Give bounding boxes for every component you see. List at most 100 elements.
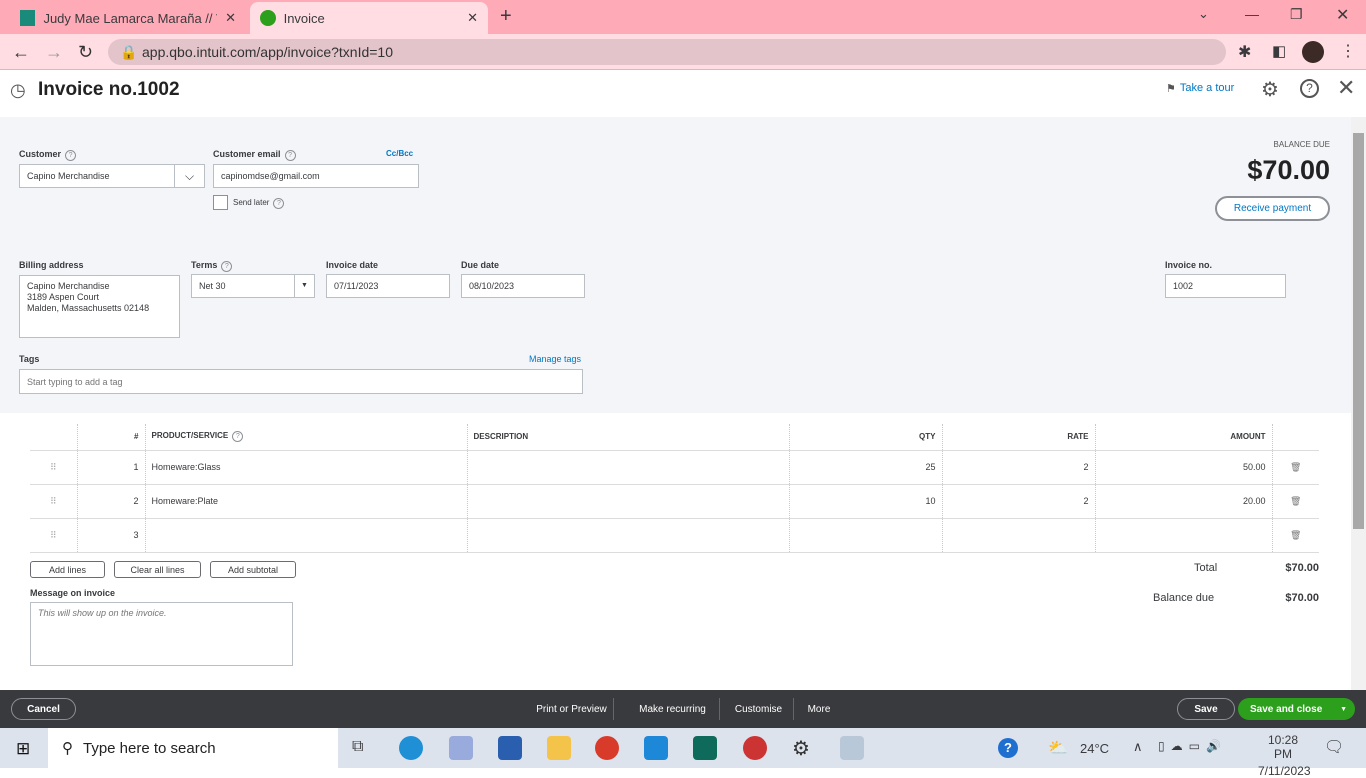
back-icon[interactable]: ← (12, 42, 30, 63)
delete-icon[interactable]: 🗑 (1271, 484, 1319, 519)
description-cell[interactable] (466, 518, 789, 553)
table-row[interactable]: ⠿ 3 🗑 (30, 518, 1319, 553)
help-icon[interactable]: ? (65, 150, 77, 161)
show-hidden-icons-icon[interactable]: ∧ (1133, 739, 1143, 755)
description-cell[interactable] (466, 484, 789, 519)
forward-icon[interactable]: → (45, 42, 63, 63)
amount-cell[interactable]: 20.00 (1094, 484, 1272, 519)
table-row[interactable]: ⠿ 1 Homeware:Glass 25 2 50.00 🗑 (30, 450, 1319, 485)
message-textarea[interactable] (30, 602, 293, 666)
browser-tab-active[interactable]: Invoice ✕ (250, 2, 488, 34)
rate-cell[interactable]: 2 (941, 484, 1095, 519)
new-tab-icon[interactable]: + (500, 5, 512, 28)
qty-cell[interactable]: 10 (788, 484, 942, 519)
tags-input[interactable] (19, 369, 583, 394)
close-tab-icon[interactable]: ✕ (225, 10, 236, 26)
cancel-button[interactable]: Cancel (11, 698, 76, 720)
dropbox-icon[interactable] (449, 736, 473, 760)
weather-icon[interactable]: ⛅ (1048, 738, 1068, 758)
scrollbar-thumb[interactable] (1353, 133, 1364, 529)
help-icon[interactable]: ? (1300, 79, 1319, 98)
customise-button[interactable]: Customise (724, 698, 794, 720)
paint-icon[interactable] (840, 736, 864, 760)
help-icon[interactable]: ? (998, 738, 1018, 758)
make-recurring-button[interactable]: Make recurring (626, 698, 720, 720)
qty-cell[interactable] (788, 518, 942, 553)
side-panel-icon[interactable]: ◧ (1272, 42, 1286, 60)
billing-address-input[interactable]: Capino Merchandise 3189 Aspen Court Mald… (19, 275, 180, 338)
restore-icon[interactable]: ❐ (1290, 6, 1303, 23)
invoice-no-input[interactable]: 1002 (1165, 274, 1286, 298)
scrollbar[interactable] (1351, 117, 1366, 690)
send-later-checkbox[interactable] (213, 195, 228, 210)
app-icon[interactable] (693, 736, 717, 760)
receive-payment-button[interactable]: Receive payment (1215, 196, 1330, 221)
description-cell[interactable] (466, 450, 789, 485)
task-view-icon[interactable]: ⧉ (352, 738, 363, 756)
help-icon[interactable]: ? (232, 431, 244, 443)
system-tray-icons[interactable]: ▯☁▭🔊 (1158, 739, 1227, 753)
drag-handle-icon[interactable]: ⠿ (30, 518, 77, 553)
extensions-icon[interactable]: ✱ (1238, 42, 1251, 62)
clear-all-lines-button[interactable]: Clear all lines (114, 561, 201, 578)
customer-email-input[interactable]: capinomdse@gmail.com (213, 164, 419, 188)
settings-icon[interactable]: ⚙ (792, 736, 810, 761)
help-icon[interactable]: ? (221, 261, 233, 272)
invoice-date-input[interactable]: 07/11/2023 (326, 274, 450, 298)
edge-icon[interactable] (399, 736, 423, 760)
rate-cell[interactable]: 2 (941, 450, 1095, 485)
add-subtotal-button[interactable]: Add subtotal (210, 561, 296, 578)
rate-cell[interactable] (941, 518, 1095, 553)
more-button[interactable]: More (800, 698, 838, 720)
tab-search-icon[interactable]: ⌄ (1198, 6, 1209, 22)
caret-down-icon[interactable]: ▼ (294, 275, 314, 297)
delete-icon[interactable]: 🗑 (1271, 450, 1319, 485)
drag-handle-icon[interactable]: ⠿ (30, 484, 77, 519)
terms-select[interactable]: Net 30 ▼ (191, 274, 315, 298)
reload-icon[interactable]: ↻ (78, 42, 93, 63)
notifications-icon[interactable]: 🗨 (1324, 737, 1344, 757)
profile-avatar[interactable] (1302, 41, 1324, 63)
table-row[interactable]: ⠿ 2 Homeware:Plate 10 2 20.00 🗑 (30, 484, 1319, 519)
file-explorer-icon[interactable] (547, 736, 571, 760)
help-icon[interactable]: ? (284, 150, 296, 161)
delete-icon[interactable]: 🗑 (1271, 518, 1319, 553)
manage-tags-link[interactable]: Manage tags (529, 354, 581, 364)
minimize-icon[interactable]: — (1245, 6, 1259, 22)
product-cell[interactable] (144, 518, 467, 553)
product-cell[interactable]: Homeware:Plate (144, 484, 467, 519)
close-window-icon[interactable]: ✕ (1336, 5, 1349, 25)
message-label: Message on invoice (30, 588, 116, 598)
save-and-close-button[interactable]: Save and close ▼ (1238, 698, 1355, 720)
url-input[interactable]: 🔒 app.qbo.intuit.com/app/invoice?txnId=10 (108, 39, 1226, 65)
close-icon[interactable]: ✕ (1337, 75, 1355, 101)
print-preview-button[interactable]: Print or Preview (530, 698, 614, 720)
qty-cell[interactable]: 25 (788, 450, 942, 485)
drag-handle-icon[interactable]: ⠿ (30, 450, 77, 485)
history-icon[interactable]: ◷ (10, 80, 26, 101)
product-cell[interactable]: Homeware:Glass (144, 450, 467, 485)
chevron-down-icon[interactable]: ⌵ (174, 165, 204, 187)
browser-tab[interactable]: Judy Mae Lamarca Maraña // Virt ✕ (10, 2, 246, 34)
menu-icon[interactable]: ⋮ (1340, 41, 1356, 61)
save-button[interactable]: Save (1177, 698, 1235, 720)
cc-bcc-link[interactable]: Cc/Bcc (386, 149, 413, 158)
due-date-input[interactable]: 08/10/2023 (461, 274, 585, 298)
windows-start-icon[interactable]: ⊞ (16, 739, 30, 759)
settings-gear-icon[interactable]: ⚙ (1261, 77, 1279, 102)
chrome-icon[interactable] (595, 736, 619, 760)
customer-select[interactable]: Capino Merchandise ⌵ (19, 164, 205, 188)
add-lines-button[interactable]: Add lines (30, 561, 105, 578)
caret-down-icon[interactable]: ▼ (1340, 706, 1347, 713)
taskbar-search[interactable]: ⚲ Type here to search (48, 728, 338, 768)
chrome-profile-icon[interactable] (743, 736, 767, 760)
clock[interactable]: 10:28 PM 7/11/2023 (1258, 733, 1311, 778)
store-icon[interactable] (498, 736, 522, 760)
amount-cell[interactable]: 50.00 (1094, 450, 1272, 485)
amount-cell[interactable] (1094, 518, 1272, 553)
close-tab-icon[interactable]: ✕ (467, 10, 478, 26)
weather-temp[interactable]: 24°C (1080, 741, 1109, 756)
mail-icon[interactable] (644, 736, 668, 760)
help-icon[interactable]: ? (273, 198, 285, 209)
take-tour-link[interactable]: ⚑ Take a tour (1166, 82, 1234, 95)
